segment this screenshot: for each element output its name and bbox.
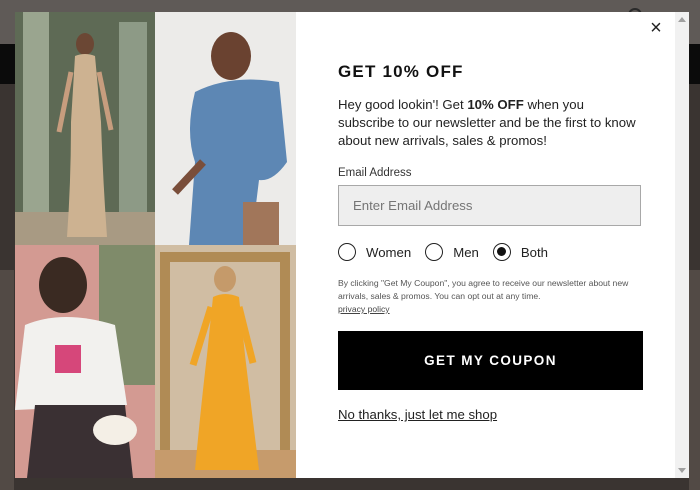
decline-link[interactable]: No thanks, just let me shop bbox=[338, 407, 497, 422]
chevron-up-icon[interactable] bbox=[678, 17, 686, 22]
radio-women-label[interactable]: Women bbox=[366, 245, 411, 260]
email-label: Email Address bbox=[338, 167, 412, 179]
close-icon[interactable]: × bbox=[646, 18, 666, 38]
page-product-tile-left bbox=[0, 270, 14, 490]
photo-beige-dress bbox=[15, 12, 155, 245]
email-field[interactable] bbox=[338, 185, 641, 226]
get-coupon-button[interactable]: GET MY COUPON bbox=[338, 331, 643, 390]
radio-men[interactable]: Men bbox=[425, 243, 479, 261]
offer-description-prefix: Hey good lookin'! Get bbox=[338, 97, 468, 112]
radio-both-circle[interactable] bbox=[492, 243, 511, 261]
modal-scrollbar[interactable] bbox=[675, 12, 689, 478]
legal-text: By clicking "Get My Coupon", you agree t… bbox=[338, 278, 629, 301]
radio-men-circle[interactable] bbox=[425, 243, 444, 261]
privacy-policy-link[interactable]: privacy policy bbox=[338, 304, 390, 314]
radio-both-label[interactable]: Both bbox=[521, 245, 548, 260]
radio-women[interactable]: Women bbox=[338, 243, 411, 261]
chevron-down-icon[interactable] bbox=[678, 468, 686, 473]
photo-white-sweatshirt bbox=[15, 245, 155, 478]
newsletter-modal: × GET 10% OFF Hey good lookin'! Get 10% … bbox=[15, 12, 675, 478]
gender-radio-group: Women Men Both bbox=[338, 241, 562, 263]
photo-yellow-dress bbox=[155, 245, 296, 478]
radio-women-circle[interactable] bbox=[338, 243, 356, 261]
offer-description: Hey good lookin'! Get 10% OFF when you s… bbox=[338, 96, 638, 150]
offer-highlight: 10% OFF bbox=[467, 97, 524, 112]
model-photo-collage bbox=[15, 12, 296, 478]
modal-title: GET 10% OFF bbox=[338, 62, 464, 81]
legal-disclaimer: By clicking "Get My Coupon", you agree t… bbox=[338, 277, 643, 316]
signup-form-panel: × GET 10% OFF Hey good lookin'! Get 10% … bbox=[296, 12, 675, 478]
photo-denim-jumpsuit bbox=[155, 12, 296, 245]
radio-both[interactable]: Both bbox=[492, 243, 548, 261]
radio-men-label[interactable]: Men bbox=[453, 245, 479, 260]
page-product-tile-right bbox=[689, 270, 700, 490]
